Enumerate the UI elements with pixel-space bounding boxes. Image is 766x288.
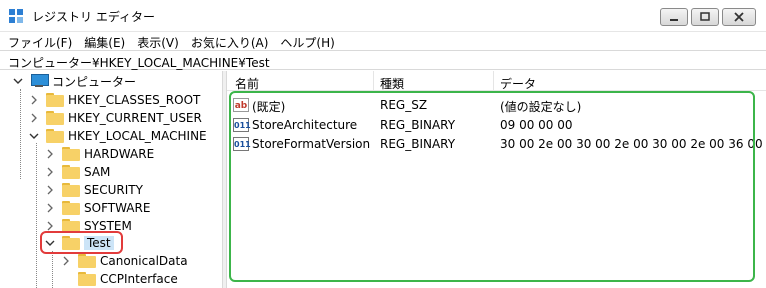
chevron-down-icon[interactable]: [12, 75, 24, 87]
tree-item-sam[interactable]: SAM: [44, 163, 110, 181]
tree-item-label: CanonicalData: [100, 254, 188, 268]
tree-item-ccpinterface[interactable]: CCPInterface: [60, 270, 178, 288]
tree-item-label: SOFTWARE: [84, 201, 151, 215]
folder-icon: [62, 201, 80, 215]
title-bar: レジストリ エディター: [0, 0, 766, 32]
computer-icon: [30, 74, 49, 88]
minimize-icon: [670, 19, 678, 21]
folder-icon: [46, 129, 64, 143]
chevron-right-icon[interactable]: [44, 184, 56, 196]
chevron-down-icon[interactable]: [28, 130, 40, 142]
column-divider[interactable]: [493, 71, 494, 91]
column-header-type[interactable]: 種類: [380, 75, 404, 92]
tree-item-label: SECURITY: [84, 183, 143, 197]
tree-item-security[interactable]: SECURITY: [44, 181, 143, 199]
close-icon: [734, 12, 744, 22]
menu-file[interactable]: ファイル(F): [8, 32, 80, 50]
chevron-right-icon[interactable]: [44, 166, 56, 178]
folder-icon: [62, 165, 80, 179]
folder-icon: [46, 93, 64, 107]
tree-item-label: CCPInterface: [100, 272, 178, 286]
close-button[interactable]: [722, 8, 756, 26]
folder-icon: [78, 254, 96, 268]
window-title: レジストリ エディター: [32, 10, 155, 24]
tree-item-label: HKEY_LOCAL_MACHINE: [68, 129, 207, 143]
folder-icon: [62, 183, 80, 197]
chevron-right-icon[interactable]: [60, 255, 72, 267]
tree-item-label: SAM: [84, 165, 111, 179]
menu-edit[interactable]: 編集(E): [84, 32, 133, 50]
column-divider[interactable]: [373, 71, 374, 91]
tree-item-label: コンピューター: [52, 74, 137, 89]
tree-item-canonicaldata[interactable]: CanonicalData: [60, 252, 188, 270]
column-header-name[interactable]: 名前: [235, 75, 259, 92]
tree-item-label: HKEY_CLASSES_ROOT: [68, 93, 201, 107]
chevron-right-icon[interactable]: [28, 94, 40, 106]
tree-item-computer[interactable]: コンピューター: [12, 72, 136, 90]
maximize-icon: [700, 12, 710, 21]
chevron-right-icon[interactable]: [44, 148, 56, 160]
tree-item-label: HARDWARE: [84, 147, 155, 161]
column-header-data[interactable]: データ: [500, 75, 536, 92]
tree-item-hkcu[interactable]: HKEY_CURRENT_USER: [28, 109, 202, 127]
tree-item-hklm[interactable]: HKEY_LOCAL_MACHINE: [28, 127, 207, 145]
folder-icon: [62, 147, 80, 161]
menu-favorites[interactable]: お気に入り(A): [191, 32, 277, 50]
regedit-app-icon: [9, 9, 23, 23]
key-tree-pane: コンピューター HKEY_CLASSES_ROOT HKEY_CURRENT_U…: [0, 71, 222, 288]
folder-icon: [46, 111, 64, 125]
test-key-annotation: [40, 231, 123, 254]
tree-item-hardware[interactable]: HARDWARE: [44, 145, 154, 163]
menu-view[interactable]: 表示(V): [137, 32, 187, 50]
menu-bar: ファイル(F) 編集(E) 表示(V) お気に入り(A) ヘルプ(H): [0, 32, 766, 50]
address-bar[interactable]: コンピューター¥HKEY_LOCAL_MACHINE¥Test: [0, 50, 766, 70]
menu-help[interactable]: ヘルプ(H): [280, 32, 342, 50]
tree-item-software[interactable]: SOFTWARE: [44, 199, 150, 217]
minimize-button[interactable]: [660, 8, 688, 26]
tree-item-label: HKEY_CURRENT_USER: [68, 111, 202, 125]
chevron-right-icon[interactable]: [44, 202, 56, 214]
tree-item-hkcr[interactable]: HKEY_CLASSES_ROOT: [28, 91, 200, 109]
maximize-button[interactable]: [691, 8, 719, 26]
values-annotation: [229, 91, 755, 282]
list-header: 名前 種類 データ: [227, 71, 766, 91]
folder-icon: [78, 272, 96, 286]
chevron-right-icon[interactable]: [28, 112, 40, 124]
